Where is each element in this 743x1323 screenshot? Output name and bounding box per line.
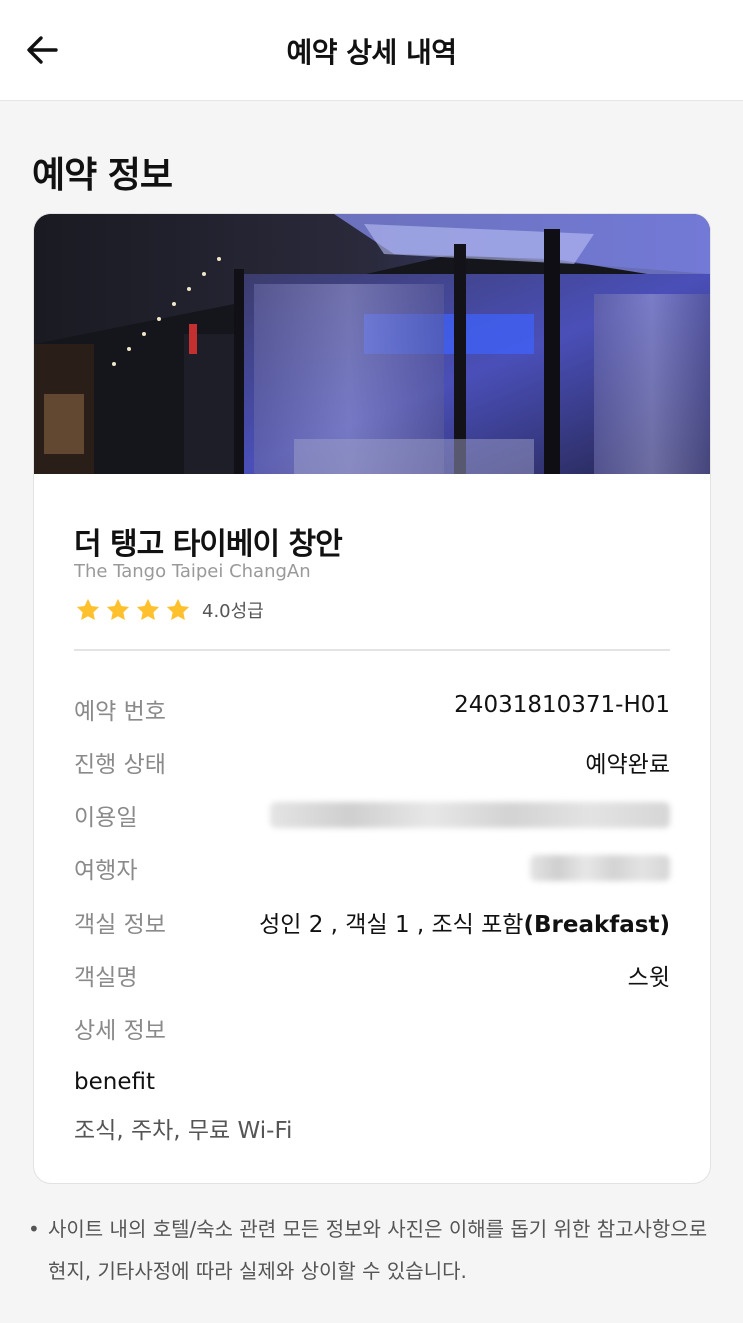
benefit-value: 조식, 주차, 무료 Wi-Fi — [74, 1118, 293, 1144]
room-info-value-text: 성인 2 , 객실 1 , 조식 포함 — [259, 912, 524, 938]
traveler-label: 여행자 — [74, 858, 138, 884]
room-info-value: 성인 2 , 객실 1 , 조식 포함(Breakfast) — [259, 905, 670, 939]
traveler-value-redacted — [530, 855, 670, 881]
detail-row-room-info: 객실 정보 성인 2 , 객실 1 , 조식 포함(Breakfast) — [74, 905, 670, 939]
reservation-card: 더 탱고 타이베이 창안 The Tango Taipei ChangAn 4.… — [33, 213, 711, 1184]
section-title: 예약 정보 — [32, 155, 173, 196]
star-icon — [76, 598, 100, 621]
room-name-label: 객실명 — [74, 965, 138, 991]
detail-row-room-name: 객실명 스윗 — [74, 958, 670, 991]
status-label: 진행 상태 — [74, 752, 166, 778]
detail-row-reservation-number: 예약 번호 24031810371-H01 — [74, 692, 670, 725]
top-bar: 예약 상세 내역 — [0, 0, 743, 101]
disclaimer-text: 사이트 내의 호텔/숙소 관련 모든 정보와 사진은 이해를 돕기 위한 참고사… — [48, 1217, 708, 1283]
page-title: 예약 상세 내역 — [286, 36, 457, 69]
stay-date-value-redacted — [270, 802, 670, 828]
detail-row-traveler: 여행자 — [74, 851, 670, 884]
room-name-value: 스윗 — [627, 965, 670, 991]
detail-info-label: 상세 정보 — [74, 1018, 166, 1044]
detail-row-stay-date: 이용일 — [74, 798, 670, 831]
divider — [74, 649, 670, 651]
stay-date-label: 이용일 — [74, 805, 138, 831]
star-icon — [106, 598, 130, 621]
hotel-photo — [34, 214, 710, 474]
room-info-label: 객실 정보 — [74, 912, 166, 938]
reservation-number-label: 예약 번호 — [74, 699, 166, 725]
hotel-english-name: The Tango Taipei ChangAn — [74, 561, 311, 582]
detail-row-status: 진행 상태 예약완료 — [74, 745, 670, 778]
detail-row-detail-info: 상세 정보 — [74, 1011, 670, 1044]
star-grade: 4.0성급 — [202, 601, 264, 622]
reservation-number-value: 24031810371-H01 — [454, 692, 670, 718]
status-value: 예약완료 — [585, 752, 670, 778]
bullet: • — [28, 1217, 40, 1241]
star-icon — [136, 598, 160, 621]
benefit-title: benefit — [74, 1069, 155, 1095]
star-rating: 4.0성급 — [74, 596, 264, 624]
hotel-name: 더 탱고 타이베이 창안 — [74, 527, 343, 562]
star-icon — [166, 598, 190, 621]
room-info-value-bold: (Breakfast) — [523, 912, 670, 938]
